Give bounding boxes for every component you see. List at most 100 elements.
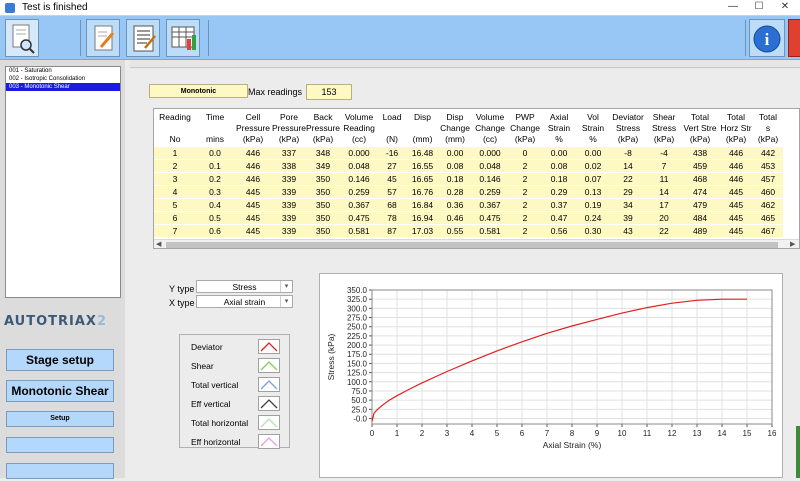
x-axis-label: Axial Strain (%) xyxy=(543,440,602,450)
column-header-line: Strain xyxy=(581,122,605,133)
x-tick-label: 10 xyxy=(618,429,627,438)
table-row[interactable]: 3 0.2 446 339 350 0.146 45 16.65 0.18 0.146 2 0.18 0… xyxy=(154,172,784,186)
table-cell: 87 xyxy=(378,224,407,238)
stage-setup-button[interactable]: Stage setup xyxy=(6,349,114,371)
x-tick-label: 2 xyxy=(420,429,425,438)
legend-label: Total horizontal xyxy=(191,418,249,428)
line-style-icon xyxy=(260,380,278,390)
column-header-line: Load xyxy=(382,111,402,122)
line-style-icon xyxy=(260,437,278,447)
window-title: Test is finished xyxy=(22,2,88,13)
test-list[interactable]: 001 - Saturation 002 - Isotropic Consoli… xyxy=(5,66,121,298)
line-style-icon xyxy=(260,342,278,352)
column-header-line: (kPa) xyxy=(725,133,747,144)
legend-swatch[interactable] xyxy=(258,358,280,373)
table-cell: 0.29 xyxy=(541,185,578,199)
x-tick-label: 16 xyxy=(768,429,777,438)
horizontal-scrollbar[interactable]: ◀ ▶ xyxy=(154,239,799,248)
table-cell: 0.475 xyxy=(471,211,510,225)
setup-button[interactable]: Setup xyxy=(6,411,114,427)
table-row[interactable]: 2 0.1 446 338 349 0.048 27 16.55 0.08 0.048 2 0.08 0… xyxy=(154,159,784,173)
table-cell: 2 xyxy=(509,159,542,173)
zoom-document-icon xyxy=(12,24,35,54)
column-header-line: No xyxy=(169,133,181,144)
table-cell: 0.00 xyxy=(577,147,610,160)
table-cell: 16.55 xyxy=(406,159,440,173)
table-cell: 0.2 xyxy=(196,172,234,186)
table-row[interactable]: 6 0.5 445 339 350 0.475 78 16.94 0.46 0.475 2 0.47 0… xyxy=(154,211,784,225)
close-icon[interactable] xyxy=(788,19,800,57)
column-header-line: (kPa) xyxy=(757,133,779,144)
x-type-select[interactable]: Axial strain ▾ xyxy=(196,295,293,308)
column-header-line: Time xyxy=(205,111,225,122)
empty-stage-button[interactable] xyxy=(6,437,114,453)
column-header-line: % xyxy=(555,133,563,144)
table-cell: 446 xyxy=(234,147,272,160)
chevron-down-icon: ▾ xyxy=(280,296,292,307)
report-button[interactable] xyxy=(126,19,160,57)
table-cell: 0.4 xyxy=(196,198,234,212)
table-cell: 78 xyxy=(378,211,407,225)
table-cell: 445 xyxy=(234,198,272,212)
table-cell: 350 xyxy=(306,172,341,186)
scroll-thumb[interactable] xyxy=(166,242,778,248)
column-header-line: Change xyxy=(510,122,540,133)
scroll-left-icon[interactable]: ◀ xyxy=(156,240,161,248)
table-cell: 6 xyxy=(154,211,196,225)
table-row[interactable]: 1 0.0 446 337 348 0.000 -16 16.48 0.00 0.000 0 0.00… xyxy=(154,147,784,160)
x-tick-label: 8 xyxy=(570,429,575,438)
table-cell: 0.28 xyxy=(439,185,472,199)
monotonic-shear-button[interactable]: Monotonic Shear xyxy=(6,380,114,402)
table-row[interactable]: 4 0.3 445 339 350 0.259 57 16.76 0.28 0.259 2 0.29 0… xyxy=(154,185,784,199)
table-cell: 462 xyxy=(753,198,784,212)
test-item-monotonic-shear[interactable]: 003 - Monotonic Shear xyxy=(6,83,120,91)
column-header-line: (kPa) xyxy=(653,133,675,144)
column-header: Disp Change (mm) xyxy=(439,109,472,147)
legend-swatch[interactable] xyxy=(258,434,280,449)
y-tick-label: 350.0 xyxy=(347,286,368,295)
mode-indicator: Monotonic xyxy=(149,84,248,98)
table-cell: 338 xyxy=(272,159,307,173)
maximize-button[interactable]: ☐ xyxy=(751,1,767,15)
y-type-select[interactable]: Stress ▾ xyxy=(196,280,293,293)
chart-data-button[interactable] xyxy=(166,19,200,57)
info-button[interactable]: i xyxy=(749,19,785,57)
max-readings-field[interactable]: 153 xyxy=(306,84,352,100)
table-cell: 29 xyxy=(609,185,648,199)
table-cell: 442 xyxy=(753,147,784,160)
logo-suffix: 2 xyxy=(96,314,107,329)
legend-swatch[interactable] xyxy=(258,415,280,430)
x-tick-label: 3 xyxy=(445,429,450,438)
scroll-right-icon[interactable]: ▶ xyxy=(790,240,795,248)
column-header-line: mins xyxy=(206,133,224,144)
table-row[interactable]: 5 0.4 445 339 350 0.367 68 16.84 0.36 0.367 2 0.37 0… xyxy=(154,198,784,212)
test-item-saturation[interactable]: 001 - Saturation xyxy=(6,67,120,75)
x-tick-label: 4 xyxy=(470,429,475,438)
table-cell: 0.19 xyxy=(577,198,610,212)
legend-swatch[interactable] xyxy=(258,339,280,354)
table-cell: 68 xyxy=(378,198,407,212)
legend-swatch[interactable] xyxy=(258,396,280,411)
table-cell: 16.48 xyxy=(406,147,440,160)
chart-panel: -0.0 25.0 50.0 75.0 100.0 125.0 150.0 175.0 200.… xyxy=(319,273,783,478)
x-tick-label: 14 xyxy=(718,429,727,438)
column-header-line: Back xyxy=(313,111,333,122)
column-header: Cell Pressure (kPa) xyxy=(234,109,272,147)
table-cell: 349 xyxy=(306,159,341,173)
edit-button[interactable] xyxy=(86,19,120,57)
minimize-button[interactable]: — xyxy=(725,1,741,15)
zoom-document-button[interactable] xyxy=(5,19,39,57)
empty-stage-button[interactable] xyxy=(6,463,114,479)
table-row[interactable]: 7 0.6 445 339 350 0.581 87 17.03 0.55 0.581 2 0.56 0… xyxy=(154,224,784,238)
column-header: Axial Strain% xyxy=(541,109,578,147)
column-header-line: Stress xyxy=(615,122,641,133)
y-tick-label: 250.0 xyxy=(347,323,368,332)
x-tick-label: 7 xyxy=(545,429,550,438)
table-cell: 1 xyxy=(154,147,196,160)
legend-swatch[interactable] xyxy=(258,377,280,392)
test-item-consolidation[interactable]: 002 - Isotropic Consolidation xyxy=(6,75,120,83)
column-header-line: (kPa) xyxy=(514,133,536,144)
column-header-line: (kPa) xyxy=(242,133,264,144)
column-header: Total Horz Str (kPa) xyxy=(719,109,754,147)
close-window-button[interactable]: ✕ xyxy=(777,1,793,15)
